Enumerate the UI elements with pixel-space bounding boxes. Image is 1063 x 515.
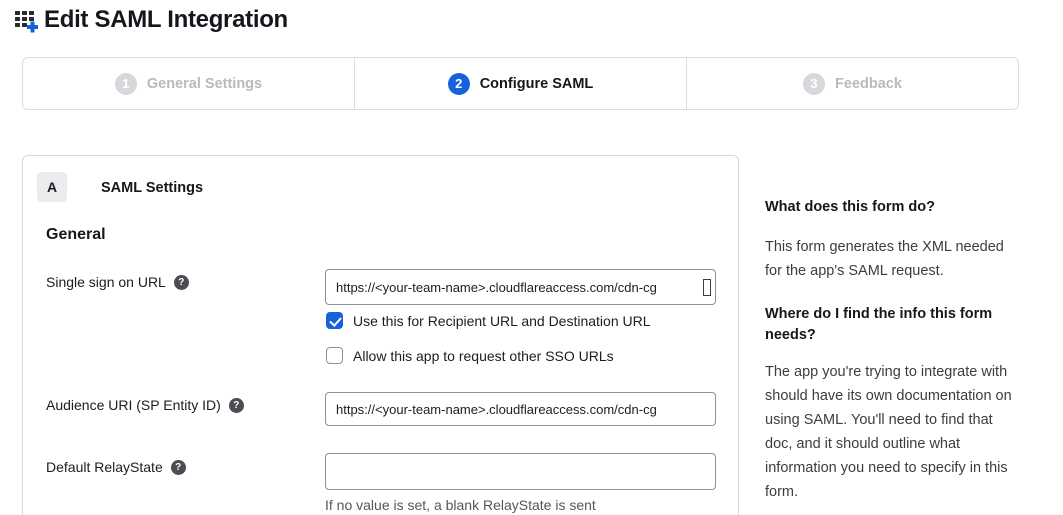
text-cursor: [703, 279, 711, 296]
wizard-step-bar: 1 General Settings 2 Configure SAML 3 Fe…: [22, 57, 1019, 110]
relay-state-label-text: Default RelayState: [46, 459, 163, 475]
panel-title: SAML Settings: [101, 180, 203, 196]
sso-url-help-icon[interactable]: ?: [174, 275, 189, 290]
relay-state-helper-text: If no value is set, a blank RelayState i…: [325, 497, 596, 513]
step-2-number-badge: 2: [448, 73, 470, 95]
use-recipient-checkbox-row: Use this for Recipient URL and Destinati…: [326, 312, 651, 329]
section-a-badge: A: [37, 172, 67, 202]
step-1-label: General Settings: [147, 76, 262, 92]
use-recipient-checkbox-label: Use this for Recipient URL and Destinati…: [353, 313, 651, 329]
relay-state-input[interactable]: [325, 453, 716, 490]
relay-state-label: Default RelayState ?: [46, 459, 186, 475]
help-answer-2: The app you're trying to integrate with …: [765, 360, 1018, 504]
audience-uri-label-text: Audience URI (SP Entity ID): [46, 397, 221, 413]
step-1-number-badge: 1: [115, 73, 137, 95]
sso-url-label-text: Single sign on URL: [46, 274, 166, 290]
audience-uri-input[interactable]: [325, 392, 716, 426]
step-3-number-badge: 3: [803, 73, 825, 95]
allow-other-sso-checkbox-row: Allow this app to request other SSO URLs: [326, 347, 614, 364]
allow-other-sso-checkbox[interactable]: [326, 347, 343, 364]
general-section-heading: General: [46, 226, 106, 244]
allow-other-sso-checkbox-label: Allow this app to request other SSO URLs: [353, 348, 614, 364]
audience-uri-label: Audience URI (SP Entity ID) ?: [46, 397, 244, 413]
edit-saml-integration-page: Edit SAML Integration 1 General Settings…: [0, 0, 1063, 515]
audience-uri-help-icon[interactable]: ?: [229, 398, 244, 413]
relay-state-help-icon[interactable]: ?: [171, 460, 186, 475]
saml-settings-panel: A SAML Settings General Single sign on U…: [22, 155, 739, 515]
help-answer-1: This form generates the XML needed for t…: [765, 235, 1018, 283]
app-grid-plus-icon: [14, 6, 40, 34]
sso-url-input[interactable]: [325, 269, 716, 305]
help-question-2: Where do I find the info this form needs…: [765, 304, 1018, 346]
step-feedback[interactable]: 3 Feedback: [686, 58, 1018, 109]
page-title: Edit SAML Integration: [44, 6, 288, 34]
help-sidebar: What does this form do? This form genera…: [765, 197, 1018, 515]
page-header: Edit SAML Integration: [14, 6, 288, 34]
step-3-label: Feedback: [835, 76, 902, 92]
sso-url-label: Single sign on URL ?: [46, 274, 189, 290]
use-recipient-checkbox[interactable]: [326, 312, 343, 329]
step-2-label: Configure SAML: [480, 76, 594, 92]
help-question-1: What does this form do?: [765, 197, 1018, 218]
step-configure-saml[interactable]: 2 Configure SAML: [354, 58, 686, 109]
step-general-settings[interactable]: 1 General Settings: [23, 58, 354, 109]
